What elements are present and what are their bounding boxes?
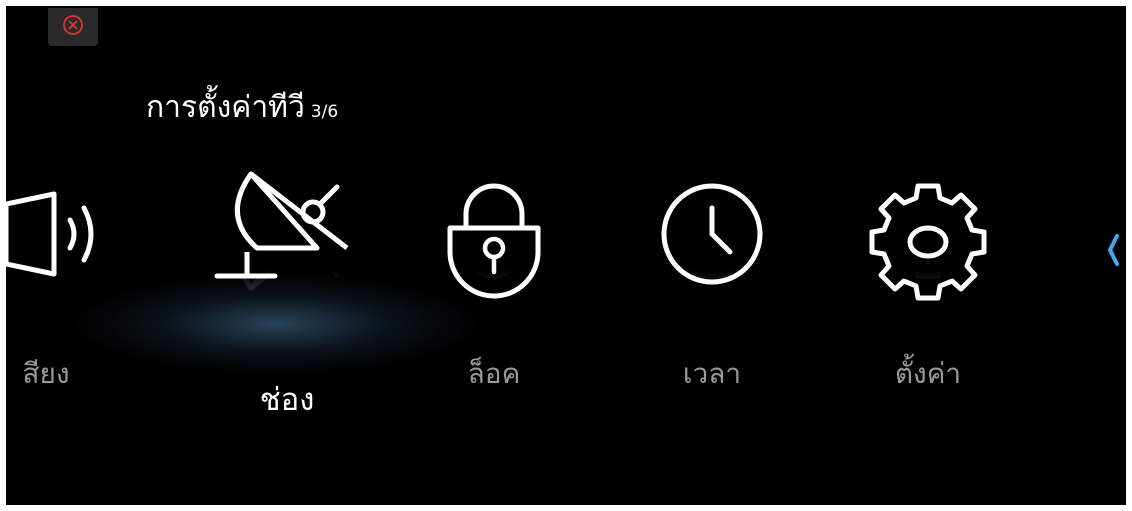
speaker-icon-reflection xyxy=(6,156,146,306)
tv-screen: การตั้งค่าทีวี 3/6 สียง ช่อง ล็อค เวลา ต… xyxy=(0,0,1132,511)
close-icon xyxy=(63,15,83,35)
menu-item-label: ล็อค xyxy=(467,357,521,390)
menu-item-sound[interactable]: สียง xyxy=(6,156,146,426)
clock-icon-reflection xyxy=(612,156,812,306)
menu-item-label: เวลา xyxy=(682,357,742,390)
menu-item-channel[interactable]: ช่อง xyxy=(187,156,387,426)
padlock-icon-reflection xyxy=(394,156,594,306)
menu-item-settings[interactable]: ตั้งค่า xyxy=(828,156,1028,426)
menu-item-lock[interactable]: ล็อค xyxy=(394,156,594,426)
page-indicator: 3/6 xyxy=(310,102,339,122)
close-button[interactable] xyxy=(48,8,98,46)
settings-menu: การตั้งค่าทีวี 3/6 สียง ช่อง ล็อค เวลา ต… xyxy=(6,6,1126,505)
satellite-dish-icon-reflection xyxy=(187,156,387,306)
title-text: การตั้งค่าทีวี xyxy=(146,90,305,125)
menu-item-label: สียง xyxy=(22,357,70,390)
menu-item-label: ตั้งค่า xyxy=(894,357,962,390)
gear-icon-reflection xyxy=(828,156,1028,306)
menu-item-label: ช่อง xyxy=(259,382,315,418)
menu-item-time[interactable]: เวลา xyxy=(612,156,812,426)
chevron-left-icon[interactable] xyxy=(1104,228,1122,272)
page-title: การตั้งค่าทีวี 3/6 xyxy=(146,84,338,131)
